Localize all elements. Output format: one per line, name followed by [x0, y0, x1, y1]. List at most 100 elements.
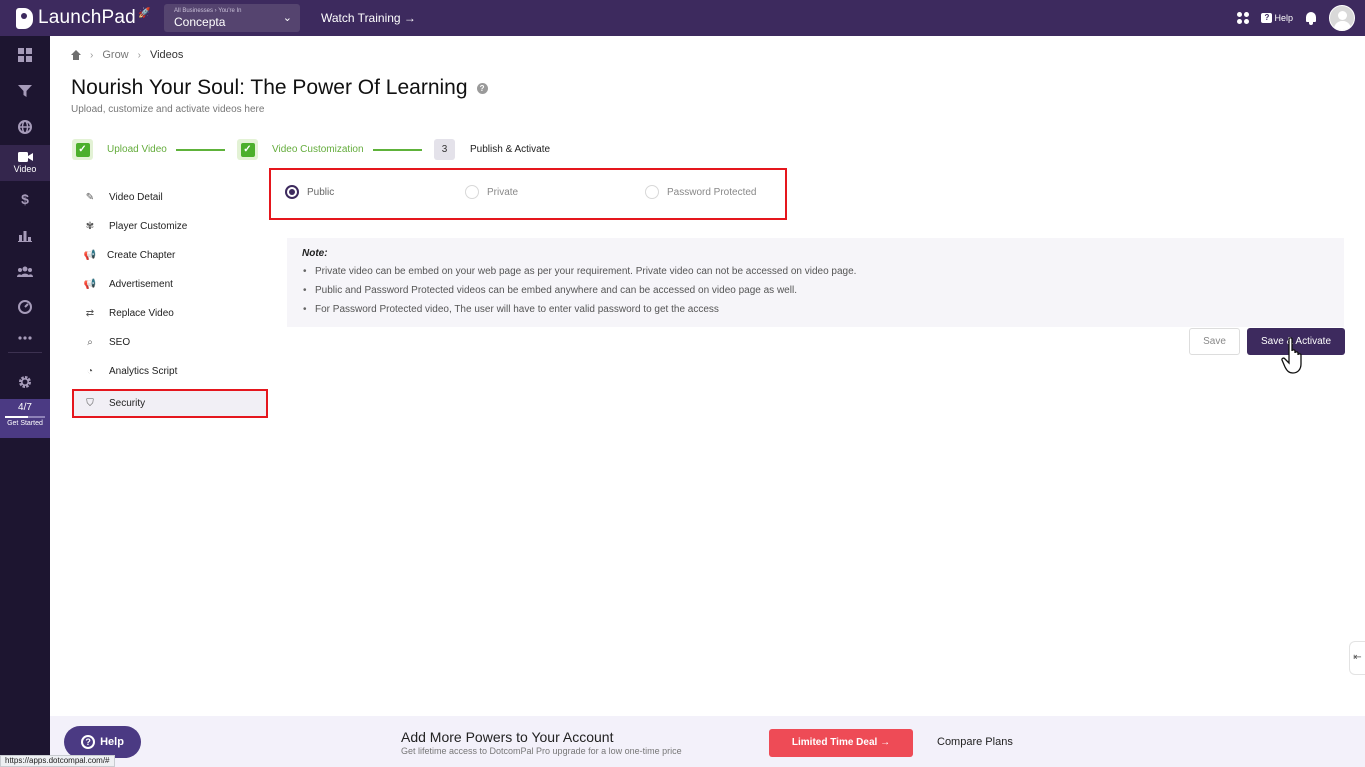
help-link[interactable]: ? Help [1261, 13, 1293, 23]
page-title-text: Nourish Your Soul: The Power Of Learning [71, 76, 468, 99]
radio-password-protected[interactable]: Password Protected [645, 185, 757, 199]
home-icon[interactable] [71, 50, 81, 60]
note-title: Note: [302, 248, 328, 259]
note-panel: Note: Private video can be embed on your… [287, 238, 1344, 327]
step-video-customization[interactable]: ✓ Video Customization [237, 139, 364, 160]
get-started-progress-bar [5, 416, 45, 418]
step-label: Video Customization [272, 144, 364, 155]
step-connector [373, 149, 422, 151]
get-started-label: Get Started [7, 420, 43, 427]
watch-training-link[interactable]: Watch Training → [321, 11, 416, 25]
step-publish-activate[interactable]: 3 Publish & Activate [434, 139, 550, 160]
help-floating-button[interactable]: ? Help [64, 726, 141, 758]
step-number: 3 [434, 139, 455, 160]
menu-item-player-customize[interactable]: ✾ Player Customize [72, 213, 268, 240]
promo-title: Add More Powers to Your Account [401, 729, 614, 745]
sidebar-item-contacts[interactable] [0, 253, 50, 289]
radio-public[interactable]: Public [285, 185, 334, 199]
menu-item-replace-video[interactable]: ⇄ Replace Video [72, 300, 268, 327]
sidebar-item-dashboard[interactable] [0, 37, 50, 73]
bell-icon[interactable] [1305, 11, 1317, 25]
sidebar-divider [8, 352, 42, 353]
edit-icon: ✎ [85, 192, 95, 203]
radio-label: Password Protected [667, 186, 757, 198]
gauge-icon [18, 300, 32, 314]
help-circle-icon[interactable]: ? [476, 82, 488, 94]
chevron-right-icon: › [90, 49, 94, 61]
status-bar-url: https://apps.dotcompal.com/# [0, 755, 115, 767]
sidebar-item-funnels[interactable] [0, 73, 50, 109]
side-collapse-tab[interactable]: ⇤ [1349, 641, 1365, 675]
hand-cursor-icon [1281, 337, 1302, 374]
radio-selected-icon [285, 185, 299, 199]
sidebar-item-analytics[interactable] [0, 217, 50, 253]
magnifier-icon: ⌕ [87, 337, 93, 348]
menu-item-security[interactable]: ⛉ Security [72, 389, 268, 418]
get-started-widget[interactable]: 4/7 Get Started [0, 399, 50, 438]
sidebar-item-settings[interactable] [0, 364, 50, 400]
globe-icon [18, 120, 32, 134]
step-label: Publish & Activate [470, 144, 551, 155]
logo-text: LaunchPad [38, 7, 136, 28]
compare-plans-link[interactable]: Compare Plans [937, 736, 1013, 748]
breadcrumb: › Grow › Videos [71, 49, 183, 61]
business-selector[interactable]: All Businesses › You're In Concepta ⌄ [164, 4, 300, 32]
apps-grid-icon[interactable] [1237, 12, 1250, 24]
save-button[interactable]: Save [1189, 328, 1240, 355]
note-list: Private video can be embed on your web p… [302, 262, 1329, 319]
swap-icon: ⇄ [85, 308, 95, 319]
menu-item-create-chapter[interactable]: 📢 Create Chapter [72, 242, 268, 269]
menu-item-analytics-script[interactable]: ◔ Analytics Script [72, 358, 268, 385]
launchpad-logo[interactable]: LaunchPad 🚀 [16, 7, 164, 29]
list-item: For Password Protected video, The user w… [302, 300, 1329, 319]
menu-item-advertisement[interactable]: 📢 Advertisement [72, 271, 268, 298]
sidebar-item-more[interactable] [0, 320, 50, 356]
top-bar: LaunchPad 🚀 All Businesses › You're In C… [0, 0, 1365, 36]
breadcrumb-grow[interactable]: Grow [102, 49, 128, 61]
breadcrumb-videos: Videos [149, 49, 184, 61]
step-connector [176, 149, 225, 151]
chart-ring-icon: ◔ [86, 366, 94, 377]
chevron-down-icon: ⌄ [282, 12, 292, 24]
radio-private[interactable]: Private [465, 185, 518, 199]
logo-icon [16, 7, 33, 29]
sidebar-item-payments[interactable]: $ [0, 181, 50, 217]
sidebar-item-label: Video [13, 164, 37, 174]
help-label: Help [1274, 13, 1293, 23]
page-title: Nourish Your Soul: The Power Of Learning… [71, 76, 488, 100]
rocket-icon: 🚀 [137, 7, 151, 19]
bar-chart-icon [18, 230, 32, 242]
menu-item-video-detail[interactable]: ✎ Video Detail [72, 184, 268, 211]
list-item: Private video can be embed on your web p… [302, 262, 1329, 281]
business-name: Concepta [174, 15, 226, 29]
menu-item-label: Security [109, 398, 146, 409]
more-dots-icon [18, 336, 32, 340]
megaphone-icon: 📢 [83, 250, 97, 261]
chevron-right-icon: › [137, 49, 141, 61]
limited-time-deal-button[interactable]: Limited Time Deal → [769, 729, 913, 757]
radio-label: Public [307, 186, 335, 198]
business-crumb: All Businesses › You're In [174, 8, 242, 14]
megaphone-icon: 📢 [83, 279, 97, 290]
users-icon [17, 266, 33, 277]
check-icon: ✓ [72, 139, 93, 160]
help-icon: ? [81, 735, 96, 749]
menu-item-label: Replace Video [109, 308, 174, 319]
step-label: Upload Video [107, 144, 167, 155]
avatar[interactable] [1329, 5, 1355, 31]
radio-empty-icon [645, 185, 659, 199]
video-camera-icon [17, 152, 33, 162]
dollar-icon: $ [21, 192, 29, 206]
progress-fill [5, 416, 28, 418]
menu-item-seo[interactable]: ⌕ SEO [72, 329, 268, 356]
menu-item-label: Advertisement [109, 279, 173, 290]
sidebar-item-sites[interactable] [0, 109, 50, 145]
get-started-progress: 4/7 [18, 402, 32, 413]
step-upload-video[interactable]: ✓ Upload Video [72, 139, 167, 160]
sidebar-item-video[interactable]: Video [0, 145, 50, 181]
menu-item-label: Create Chapter [107, 250, 176, 261]
radio-empty-icon [465, 185, 479, 199]
shield-icon: ⛉ [86, 398, 94, 409]
funnel-icon [18, 85, 32, 97]
menu-item-label: Video Detail [109, 192, 163, 203]
